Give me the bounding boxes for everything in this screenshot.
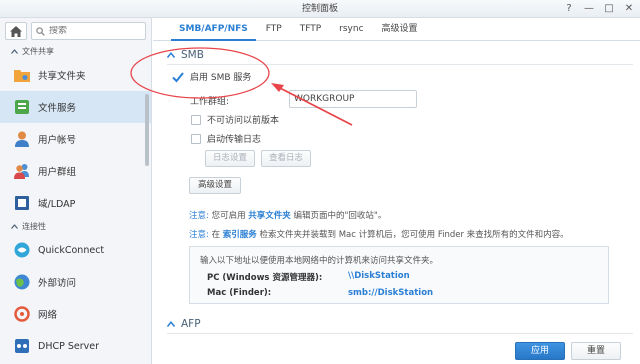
collapse-chevron-icon xyxy=(167,52,175,58)
sidebar-item-label: QuickConnect xyxy=(38,244,105,256)
collapse-chevron-icon xyxy=(11,224,18,229)
close-icon[interactable]: ✕ xyxy=(624,0,634,18)
home-button[interactable] xyxy=(5,22,27,40)
checkmark-icon xyxy=(172,71,184,83)
transfer-log-checkbox[interactable]: 启动传输日志 xyxy=(191,132,261,145)
note-indexing: 注意: 在 索引服务 检索文件夹并装载到 Mac 计算机后，您可使用 Finde… xyxy=(189,228,569,240)
log-settings-button[interactable]: 日志设置 xyxy=(205,150,255,167)
sidebar-item-user-group[interactable]: 用户群组 xyxy=(0,155,151,187)
minimize-icon[interactable]: — xyxy=(584,0,594,18)
section-divider xyxy=(167,64,633,65)
collapse-chevron-icon xyxy=(11,49,18,54)
checkbox-box xyxy=(191,133,201,144)
shared-folder-icon xyxy=(14,67,30,83)
mac-label: Mac (Finder): xyxy=(207,288,272,298)
sidebar-item-label: DHCP Server xyxy=(38,340,99,352)
title-bar: 控制面板 ? — □ ✕ xyxy=(0,0,640,18)
mac-address: smb://DiskStation xyxy=(348,288,434,298)
home-icon xyxy=(10,25,22,37)
collapse-chevron-icon xyxy=(167,321,175,327)
sidebar-item-label: 用户群组 xyxy=(38,167,77,178)
pc-label: PC (Windows 资源管理器): xyxy=(207,273,323,283)
user-icon xyxy=(14,131,30,147)
reset-button[interactable]: 重置 xyxy=(571,342,621,360)
sidebar-item-label: 域/LDAP xyxy=(38,199,76,210)
category-label: 文件共享 xyxy=(22,47,54,56)
tab-advanced[interactable]: 高级设置 xyxy=(374,18,426,41)
note-text: 您可启用 xyxy=(211,211,249,221)
window-title: 控制面板 xyxy=(301,4,338,14)
tab-tftp[interactable]: TFTP xyxy=(292,18,329,41)
note-text: 编辑页面中的"回收站"。 xyxy=(290,211,387,221)
sidebar-item-user-account[interactable]: 用户帐号 xyxy=(0,123,151,155)
sidebar-item-shared-folder[interactable]: 共享文件夹 xyxy=(0,59,151,91)
search-icon xyxy=(36,26,45,36)
checkbox-box xyxy=(191,114,201,125)
sidebar-item-ldap[interactable]: 域/LDAP xyxy=(0,187,151,219)
sidebar-item-label: 用户帐号 xyxy=(38,135,77,146)
external-access-icon xyxy=(14,274,30,290)
note-label: 注意: xyxy=(189,211,209,221)
tab-ftp[interactable]: FTP xyxy=(258,18,290,41)
tab-smb-afp-nfs[interactable]: SMB/AFP/NFS xyxy=(171,18,256,41)
workgroup-input[interactable]: WORKGROUP xyxy=(289,90,417,108)
sidebar-item-label: 共享文件夹 xyxy=(38,71,86,82)
search-field[interactable] xyxy=(31,22,146,40)
indexing-service-link[interactable]: 索引服务 xyxy=(223,230,257,240)
maximize-icon[interactable]: □ xyxy=(604,0,614,18)
sidebar-item-dhcp[interactable]: DHCP Server xyxy=(0,330,151,362)
window-controls: ? — □ ✕ xyxy=(564,0,634,18)
sidebar: 文件共享 共享文件夹 文件服务 用户帐号 用户群组 xyxy=(0,18,152,364)
note-text: 检索文件夹并装载到 Mac 计算机后，您可使用 Finder 来查找所有的文件和… xyxy=(256,230,569,240)
workgroup-label: 工作群组: xyxy=(190,97,230,107)
sidebar-toolbar xyxy=(0,18,151,44)
tab-bar: SMB/AFP/NFS FTP TFTP rsync 高级设置 xyxy=(153,18,640,41)
view-log-button[interactable]: 查看日志 xyxy=(261,150,311,167)
category-label: 连接性 xyxy=(22,222,46,231)
sidebar-item-file-service[interactable]: 文件服务 xyxy=(0,91,151,123)
prev-versions-checkbox[interactable]: 不可访问以前版本 xyxy=(191,113,279,126)
section-divider xyxy=(167,333,633,334)
info-title: 输入以下地址以便使用本地网络中的计算机来访问共享文件夹。 xyxy=(200,256,439,266)
checkbox-label: 不可访问以前版本 xyxy=(207,116,280,126)
enable-smb-checkbox[interactable]: 启用 SMB 服务 xyxy=(172,70,251,83)
sidebar-scrollbar[interactable] xyxy=(145,94,149,166)
section-title: AFP xyxy=(181,318,201,330)
control-panel-window: 控制面板 ? — □ ✕ 文件共享 xyxy=(0,0,640,364)
access-address-box: 输入以下地址以便使用本地网络中的计算机来访问共享文件夹。 PC (Windows… xyxy=(189,246,609,304)
section-header-afp[interactable]: AFP xyxy=(167,318,201,330)
checkbox-label: 启动传输日志 xyxy=(207,135,262,145)
advanced-settings-button[interactable]: 高级设置 xyxy=(189,177,241,194)
checkbox-label: 启用 SMB 服务 xyxy=(190,73,252,83)
sidebar-item-label: 网络 xyxy=(38,310,58,321)
category-connectivity[interactable]: 连接性 xyxy=(0,219,151,234)
apply-button[interactable]: 应用 xyxy=(515,342,565,360)
dhcp-icon xyxy=(14,338,30,354)
help-icon[interactable]: ? xyxy=(564,0,574,18)
file-service-icon xyxy=(14,99,30,115)
main-content: SMB/AFP/NFS FTP TFTP rsync 高级设置 SMB 启用 S… xyxy=(153,18,640,364)
search-input[interactable] xyxy=(49,26,139,36)
network-icon xyxy=(14,306,30,322)
ldap-icon xyxy=(14,195,30,211)
shared-folder-link[interactable]: 共享文件夹 xyxy=(248,211,291,221)
note-recycle-bin: 注意: 您可启用 共享文件夹 编辑页面中的"回收站"。 xyxy=(189,209,386,221)
category-file-sharing[interactable]: 文件共享 xyxy=(0,44,151,59)
sidebar-item-network[interactable]: 网络 xyxy=(0,298,151,330)
tab-rsync[interactable]: rsync xyxy=(331,18,371,41)
note-text: 在 xyxy=(211,230,223,240)
sidebar-item-label: 文件服务 xyxy=(38,103,77,114)
pc-address: \\DiskStation xyxy=(348,271,410,281)
sidebar-item-external-access[interactable]: 外部访问 xyxy=(0,266,151,298)
sidebar-item-quickconnect[interactable]: QuickConnect xyxy=(0,234,151,266)
sidebar-item-label: 外部访问 xyxy=(38,278,77,289)
section-header-smb[interactable]: SMB xyxy=(167,49,204,61)
note-label: 注意: xyxy=(189,230,209,240)
group-icon xyxy=(14,163,30,179)
quickconnect-icon xyxy=(14,242,30,258)
section-title: SMB xyxy=(181,49,204,61)
